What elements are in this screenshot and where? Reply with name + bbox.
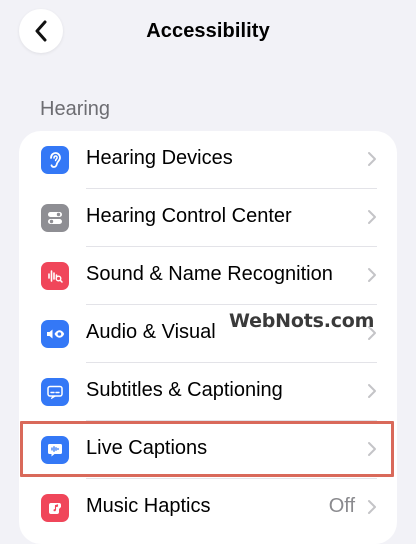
row-label: Hearing Control Center [86, 205, 292, 227]
row-hearing-control-center[interactable]: Hearing Control Center [19, 189, 397, 247]
navigation-bar: Accessibility [0, 0, 416, 66]
hearing-settings-list: Hearing Devices Hearing Control Center S… [19, 131, 397, 544]
chevron-right-icon [368, 152, 376, 166]
live-captions-highlight [20, 421, 394, 477]
row-sound-name-recognition[interactable]: Sound & Name Recognition [19, 247, 397, 305]
chevron-right-icon [368, 384, 376, 398]
music-haptics-icon [41, 494, 69, 522]
waveform-search-icon [41, 262, 69, 290]
row-label: Music Haptics [86, 495, 211, 517]
row-music-haptics[interactable]: Music Haptics Off [19, 479, 397, 537]
row-label: Subtitles & Captioning [86, 379, 283, 401]
row-label: Audio & Visual [86, 321, 216, 343]
speaker-eye-icon [41, 320, 69, 348]
page-title: Accessibility [146, 20, 270, 42]
subtitles-icon [41, 378, 69, 406]
row-value: Off [328, 495, 355, 517]
chevron-right-icon [368, 268, 376, 282]
toggles-icon [41, 204, 69, 232]
ear-icon [41, 146, 69, 174]
chevron-right-icon [368, 210, 376, 224]
watermark: WebNots.com [229, 310, 375, 332]
row-hearing-devices[interactable]: Hearing Devices [19, 131, 397, 189]
row-label: Sound & Name Recognition [86, 263, 333, 285]
row-subtitles-captioning[interactable]: Subtitles & Captioning [19, 363, 397, 421]
chevron-right-icon [368, 500, 376, 514]
row-label: Hearing Devices [86, 147, 233, 169]
section-header-hearing: Hearing [40, 98, 111, 120]
